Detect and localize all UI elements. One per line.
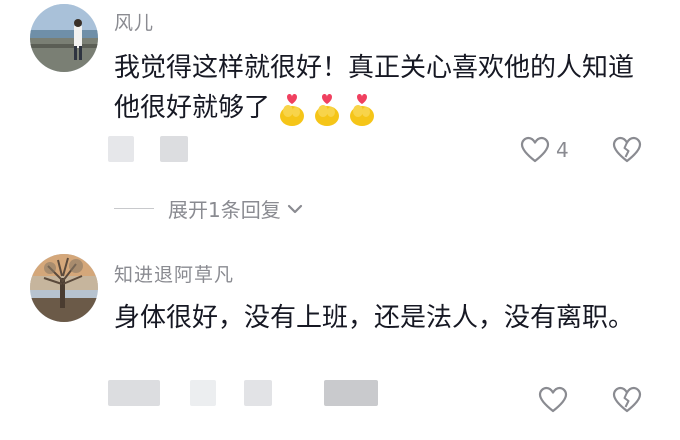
blurred-meta — [108, 136, 134, 162]
broken-heart-icon — [612, 386, 642, 413]
comment-username[interactable]: 风儿 — [114, 8, 154, 35]
blurred-meta — [160, 136, 188, 162]
avatar-photo-tree — [30, 254, 98, 322]
comment-text: 身体很好，没有上班，还是法人，没有离职。 — [114, 303, 635, 333]
comment-username[interactable]: 知进退阿草凡 — [114, 260, 234, 287]
broken-heart-icon — [612, 136, 642, 163]
expand-replies-button[interactable]: 展开1条回复 — [114, 194, 303, 223]
finger-heart-emoji — [315, 94, 340, 126]
expand-divider — [114, 208, 154, 209]
heart-outline-icon — [520, 136, 550, 163]
blurred-meta — [108, 380, 160, 406]
finger-heart-emoji — [350, 94, 375, 126]
avatar[interactable] — [30, 4, 98, 72]
like-count: 4 — [556, 138, 569, 162]
like-button[interactable] — [538, 386, 574, 414]
comment-item: 知进退阿草凡 身体很好，没有上班，还是法人，没有离职。 — [0, 244, 680, 440]
chevron-down-icon — [287, 204, 302, 213]
blurred-meta — [324, 380, 378, 406]
heart-outline-icon — [538, 386, 568, 413]
blurred-meta — [190, 380, 216, 406]
like-button[interactable]: 4 — [520, 136, 569, 164]
expand-replies-label: 展开1条回复 — [168, 198, 281, 222]
emoji-group — [276, 89, 381, 129]
comment-text: 我觉得这样就很好！真正关心喜欢他的人知道他很好就够了 — [114, 48, 654, 129]
dislike-button[interactable] — [612, 386, 642, 418]
comment-item: 风儿 我觉得这样就很好！真正关心喜欢他的人知道他很好就够了 4 展开1条回复 — [0, 0, 680, 222]
dislike-button[interactable] — [612, 136, 642, 168]
finger-heart-emoji — [280, 94, 305, 126]
avatar-photo-seaside — [30, 4, 98, 72]
avatar[interactable] — [30, 254, 98, 322]
blurred-meta — [244, 380, 272, 406]
